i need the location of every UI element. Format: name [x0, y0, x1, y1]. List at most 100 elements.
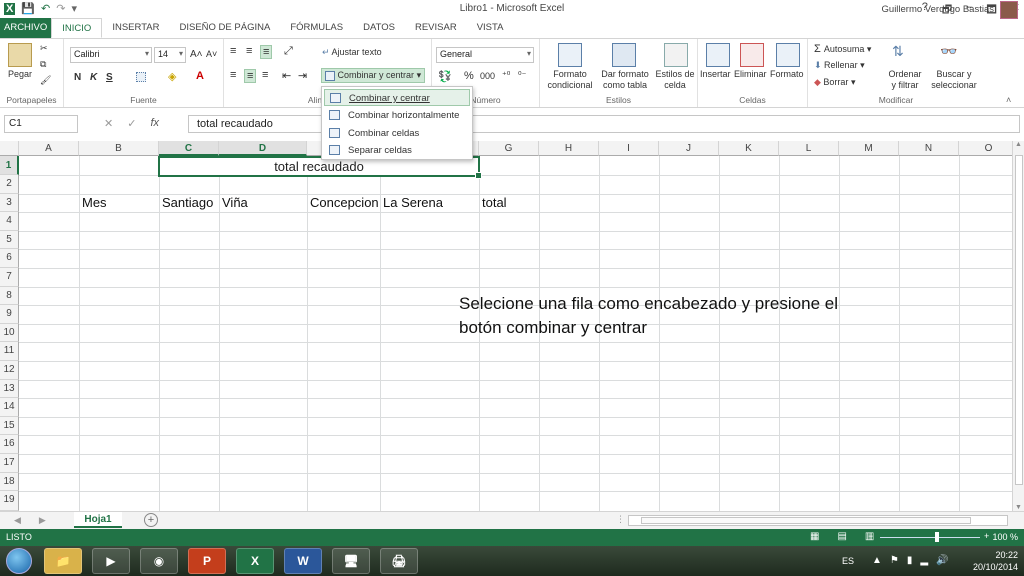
tab-inicio[interactable]: INICIO	[51, 18, 103, 38]
format-painter-icon[interactable]: 🖌	[40, 75, 51, 86]
scroll-down-icon[interactable]: ▼	[1015, 504, 1022, 511]
cancel-icon[interactable]: ✕	[104, 117, 113, 130]
row-header-3[interactable]: 3	[0, 193, 19, 213]
column-header-l[interactable]: L	[779, 141, 839, 156]
align-right-icon[interactable]: ≡	[262, 69, 268, 81]
shrink-font-icon[interactable]: A˅	[206, 49, 217, 59]
cell-styles-button[interactable]: Estilos de celda	[652, 69, 698, 91]
tab-revisar[interactable]: REVISAR	[405, 18, 467, 38]
align-center-icon[interactable]: ≡	[244, 69, 257, 83]
row-header-12[interactable]: 12	[0, 361, 19, 380]
column-header-n[interactable]: N	[899, 141, 959, 156]
fill-color-icon[interactable]: ◈	[168, 70, 176, 83]
cut-icon[interactable]: ✂	[40, 43, 48, 54]
cell-d3[interactable]: Viña	[222, 195, 248, 210]
tab-vista[interactable]: VISTA	[467, 18, 514, 38]
thousands-button[interactable]: 000	[480, 71, 495, 81]
excel-icon[interactable]: X	[236, 548, 274, 574]
add-sheet-button[interactable]: +	[144, 513, 158, 527]
row-header-9[interactable]: 9	[0, 305, 19, 324]
scroll-up-icon[interactable]: ▲	[1015, 141, 1022, 148]
column-header-g[interactable]: G	[479, 141, 539, 156]
cell-e3[interactable]: Concepcion	[310, 195, 379, 210]
vertical-scroll-thumb[interactable]	[1015, 155, 1023, 485]
horizontal-scrollbar[interactable]	[628, 515, 1008, 526]
row-header-11[interactable]: 11	[0, 342, 19, 361]
column-header-d[interactable]: D	[219, 141, 307, 156]
row-header-7[interactable]: 7	[0, 268, 19, 287]
language-indicator[interactable]: ES	[842, 556, 854, 566]
column-header-m[interactable]: M	[839, 141, 899, 156]
font-color-icon[interactable]: A	[196, 70, 204, 82]
borders-icon[interactable]	[136, 71, 146, 82]
row-header-5[interactable]: 5	[0, 230, 19, 250]
sort-filter-button[interactable]: Ordenar y filtrar	[886, 69, 924, 91]
fill-button[interactable]: ⬇ Rellenar ▾	[814, 60, 865, 71]
paste-button[interactable]: Pegar	[8, 69, 32, 79]
insert-cells-button[interactable]: Insertar	[700, 69, 731, 79]
row-header-6[interactable]: 6	[0, 249, 19, 268]
autosum-button[interactable]: Σ Autosuma ▾	[814, 43, 871, 55]
insert-function-button[interactable]: fx	[150, 117, 159, 130]
decrease-decimal-icon[interactable]: ⁰⁻	[518, 70, 526, 81]
row-header-16[interactable]: 16	[0, 435, 19, 454]
chrome-icon[interactable]: ◉	[140, 548, 178, 574]
copy-icon[interactable]: ⧉	[40, 59, 46, 70]
clock[interactable]: 20:22 20/10/2014	[973, 549, 1018, 573]
network-icon[interactable]: ▂	[920, 555, 928, 566]
printer-icon[interactable]: 🖨	[380, 548, 418, 574]
align-left-icon[interactable]: ≡	[230, 69, 236, 81]
cell-g3[interactable]: total	[482, 195, 507, 210]
menu-item-combinar-horizontal[interactable]: Combinar horizontalmente	[324, 107, 470, 124]
sheet-prev-icon[interactable]: ◀	[14, 515, 21, 526]
align-bottom-icon[interactable]: ≡	[260, 45, 273, 59]
italic-button[interactable]: K	[90, 72, 97, 83]
spreadsheet-grid[interactable]: A B C D E F G H I J K L M N O 1 2 3 4 5 …	[0, 141, 1012, 511]
instruction-textbox[interactable]: Selecione una fila como encabezado y pre…	[459, 292, 879, 340]
bold-button[interactable]: N	[74, 72, 81, 83]
powerpoint-icon[interactable]: P	[188, 548, 226, 574]
column-header-c[interactable]: C	[159, 141, 219, 156]
row-header-15[interactable]: 15	[0, 416, 19, 436]
word-icon[interactable]: W	[284, 548, 322, 574]
avatar[interactable]	[1000, 1, 1018, 19]
column-header-i[interactable]: I	[599, 141, 659, 156]
normal-view-icon[interactable]: ▦	[810, 531, 819, 542]
row-header-14[interactable]: 14	[0, 398, 19, 417]
column-header-k[interactable]: K	[719, 141, 779, 156]
tab-split-handle[interactable]: ⋮	[616, 514, 625, 525]
row-header-10[interactable]: 10	[0, 323, 19, 343]
row-header-13[interactable]: 13	[0, 379, 19, 399]
user-name[interactable]: Guillermo Verdugo Bastias	[882, 4, 994, 15]
row-header-17[interactable]: 17	[0, 454, 19, 473]
tab-insertar[interactable]: INSERTAR	[102, 18, 169, 38]
column-header-h[interactable]: H	[539, 141, 599, 156]
monitor-icon[interactable]: 🖥	[332, 548, 370, 574]
font-size-select[interactable]: 14	[154, 47, 186, 63]
underline-button[interactable]: S	[106, 72, 113, 83]
format-as-table-button[interactable]: Dar formato como tabla	[598, 69, 652, 91]
orientation-icon[interactable]: ⤢	[284, 45, 293, 58]
show-hidden-icon[interactable]: ▲	[872, 555, 882, 566]
column-header-o[interactable]: O	[959, 141, 1012, 156]
explorer-icon[interactable]: 📁	[44, 548, 82, 574]
zoom-slider-knob[interactable]	[935, 532, 939, 542]
collapse-ribbon-icon[interactable]: ˄	[1006, 95, 1011, 105]
font-family-select[interactable]: Calibri	[70, 47, 152, 63]
tab-archivo[interactable]: ARCHIVO	[0, 18, 52, 38]
name-box[interactable]: C1	[4, 115, 78, 133]
number-format-select[interactable]: General	[436, 47, 534, 63]
currency-icon[interactable]: 💱	[438, 70, 452, 83]
horizontal-scroll-thumb[interactable]	[641, 517, 971, 524]
row-header-4[interactable]: 4	[0, 212, 19, 231]
find-select-button[interactable]: Buscar y seleccionar	[926, 69, 982, 91]
cell-c3[interactable]: Santiago	[162, 195, 213, 210]
battery-icon[interactable]: ▮	[907, 555, 913, 566]
volume-icon[interactable]: 🔊	[936, 555, 948, 566]
column-header-j[interactable]: J	[659, 141, 719, 156]
align-middle-icon[interactable]: ≡	[246, 45, 252, 57]
enter-icon[interactable]: ✓	[127, 117, 136, 130]
row-header-2[interactable]: 2	[0, 175, 19, 194]
conditional-format-button[interactable]: Formato condicional	[542, 69, 598, 91]
vertical-scrollbar[interactable]: ▲ ▼	[1012, 141, 1024, 511]
